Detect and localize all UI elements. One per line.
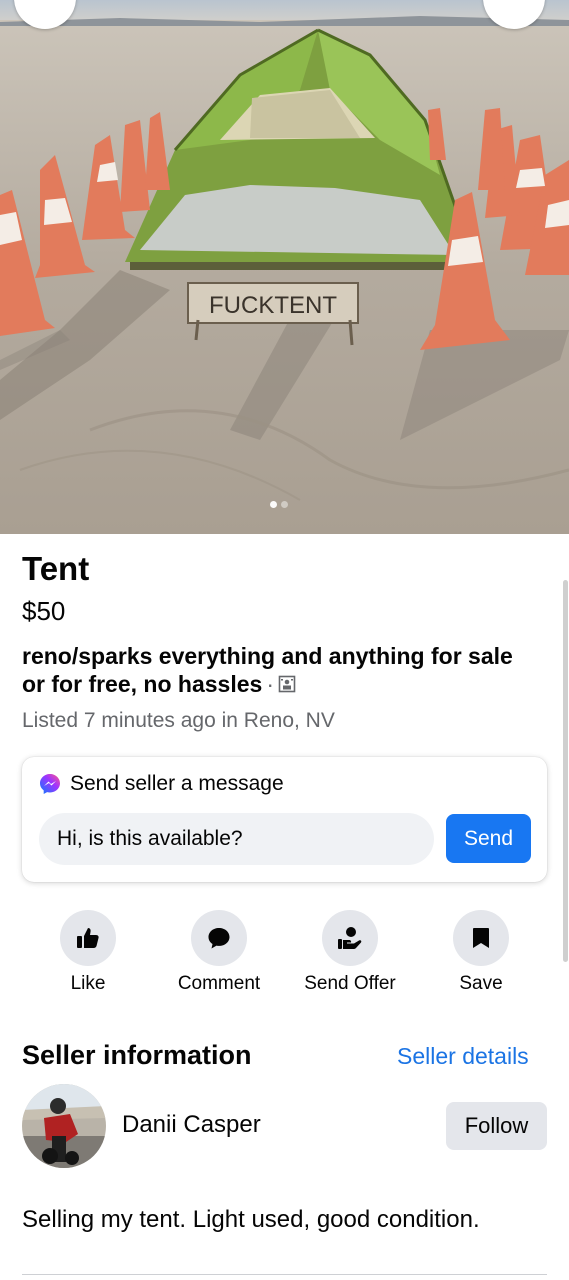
- comment-action[interactable]: Comment: [154, 910, 284, 995]
- photo-page-indicator: [270, 501, 288, 508]
- listing-price: $50: [22, 596, 66, 626]
- seller-avatar-image: [22, 1084, 106, 1168]
- listing-title: Tent: [22, 550, 90, 587]
- like-label: Like: [70, 973, 106, 994]
- sign-text: FUCKTENT: [209, 292, 337, 319]
- group-separator: ·: [266, 671, 274, 697]
- like-action[interactable]: Like: [23, 910, 153, 995]
- comment-button[interactable]: [191, 910, 247, 966]
- send-offer-button[interactable]: [322, 910, 378, 966]
- page-dot-active: [270, 501, 277, 508]
- tent-photo-image: FUCKTENT: [0, 0, 569, 534]
- message-input[interactable]: [39, 813, 434, 865]
- save-label: Save: [459, 973, 503, 994]
- message-seller-card: Send seller a message Send: [22, 757, 547, 882]
- scrollbar[interactable]: [563, 580, 568, 962]
- seller-info-heading: Seller information: [22, 1040, 252, 1070]
- listing-photo[interactable]: FUCKTENT: [0, 0, 569, 534]
- group-link[interactable]: reno/sparks everything and anything for …: [22, 642, 532, 699]
- comment-label: Comment: [177, 973, 261, 994]
- message-card-title: Send seller a message: [70, 772, 284, 795]
- thumbs-up-icon: [77, 928, 99, 948]
- seller-details-link[interactable]: Seller details: [397, 1043, 529, 1070]
- seller-name[interactable]: Danii Casper: [122, 1111, 261, 1139]
- send-offer-action[interactable]: Send Offer: [285, 910, 415, 995]
- page-dot: [281, 501, 288, 508]
- send-button[interactable]: Send: [446, 814, 531, 863]
- save-action[interactable]: Save: [416, 910, 546, 995]
- like-button[interactable]: [60, 910, 116, 966]
- offer-hand-icon: [338, 927, 362, 949]
- listing-description: Selling my tent. Light used, good condit…: [22, 1206, 480, 1233]
- listed-time-location: Listed 7 minutes ago in Reno, NV: [22, 709, 335, 732]
- save-button[interactable]: [453, 910, 509, 966]
- messenger-icon: [40, 774, 60, 794]
- bookmark-icon: [473, 928, 489, 948]
- message-card-header: Send seller a message: [38, 772, 284, 796]
- group-icon: [278, 671, 296, 699]
- send-offer-label: Send Offer: [304, 973, 396, 994]
- seller-avatar[interactable]: [22, 1084, 106, 1168]
- follow-button[interactable]: Follow: [446, 1102, 547, 1150]
- speech-bubble-icon: [208, 928, 230, 949]
- divider: [22, 1274, 547, 1275]
